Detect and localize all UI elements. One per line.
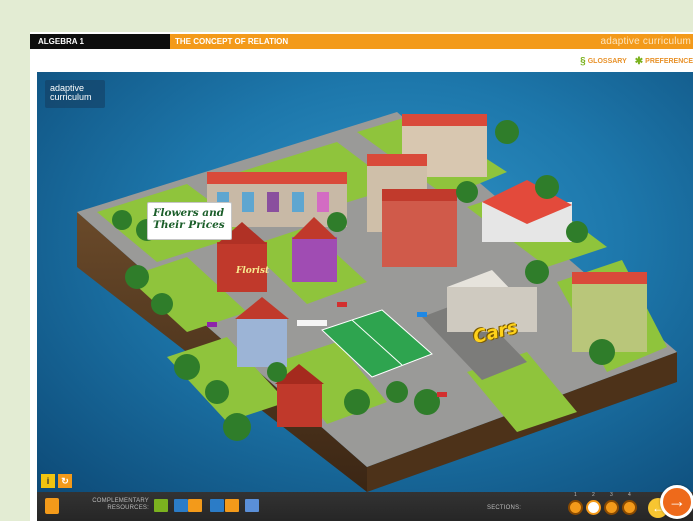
flowers-prices-label[interactable]: Flowers and Their Prices <box>147 202 232 240</box>
section-3-button[interactable] <box>604 500 619 515</box>
section-number: 2 <box>592 492 595 498</box>
gear-icon: ✱ <box>634 55 644 67</box>
complementary-line1: COMPLEMENTARY <box>92 498 149 504</box>
edit-icon[interactable] <box>210 499 224 512</box>
grid-icon[interactable] <box>245 499 259 512</box>
brand-name: adaptive curriculum <box>600 36 691 47</box>
section-number: 4 <box>628 492 631 498</box>
folder-icon[interactable] <box>188 499 202 512</box>
bottom-toolbar: COMPLEMENTARY RESOURCES: SECTIONS: 1 2 3… <box>37 492 693 521</box>
home-icon[interactable] <box>45 498 59 514</box>
title-bar: ALGEBRA 1 THE CONCEPT OF RELATION adapti… <box>30 34 693 49</box>
worksheet-icon[interactable] <box>154 499 168 512</box>
topic-title-text: THE CONCEPT OF RELATION <box>175 37 289 46</box>
city-illustration <box>77 112 677 492</box>
section-2-button[interactable] <box>586 500 601 515</box>
flowers-label-line2: Their Prices <box>153 219 225 231</box>
sections-label: SECTIONS: <box>487 505 522 511</box>
florist-sign[interactable]: Florist <box>236 266 269 276</box>
restart-icon[interactable]: ↻ <box>58 474 72 488</box>
section-1-button[interactable] <box>568 500 583 515</box>
preferences-label: PREFERENCE <box>645 57 693 65</box>
preferences-link[interactable]: ✱ PREFERENCE <box>635 56 693 67</box>
yellow-apartments <box>572 272 647 352</box>
arrow-right-icon[interactable]: → <box>660 485 693 519</box>
glossary-label: GLOSSARY <box>587 57 627 65</box>
glossary-link[interactable]: § GLOSSARY <box>580 56 627 67</box>
section-number: 3 <box>610 492 613 498</box>
checklist-icon[interactable] <box>225 499 239 512</box>
complementary-line2: RESOURCES: <box>107 505 149 511</box>
info-icon[interactable]: i <box>41 474 55 488</box>
document-icon[interactable] <box>174 499 188 512</box>
brand-logo: adaptive curriculum <box>45 80 105 108</box>
glossary-icon: § <box>580 55 586 67</box>
complementary-resources-label: COMPLEMENTARY RESOURCES: <box>87 498 149 512</box>
course-title: ALGEBRA 1 <box>30 34 170 49</box>
topic-title: THE CONCEPT OF RELATION adaptive curricu… <box>170 34 693 49</box>
app-frame: ALGEBRA 1 THE CONCEPT OF RELATION adapti… <box>30 32 693 521</box>
section-number: 1 <box>574 492 577 498</box>
logo-line2: curriculum <box>50 92 92 102</box>
section-4-button[interactable] <box>622 500 637 515</box>
city-scene: adaptive curriculum Flowers and Their Pri… <box>37 72 693 492</box>
flowers-label-line1: Flowers and <box>153 207 225 219</box>
top-links: § GLOSSARY ✱ PREFERENCE <box>580 54 693 68</box>
scene-tools: i ↻ <box>41 474 72 488</box>
